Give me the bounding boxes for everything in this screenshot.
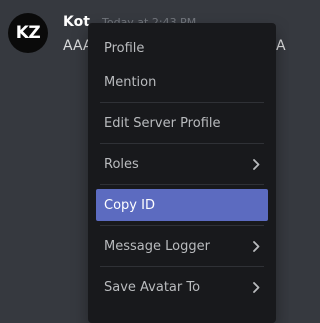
menu-separator: [100, 225, 264, 226]
menu-item-label: Profile: [104, 40, 145, 56]
menu-item-label: Edit Server Profile: [104, 115, 221, 131]
message-username[interactable]: Kot: [63, 14, 90, 30]
menu-item-profile[interactable]: Profile: [96, 32, 268, 64]
app-window: KZ Kot Today at 2:43 PM AAA A Profile Me…: [0, 0, 289, 323]
menu-item-message-logger[interactable]: Message Logger: [96, 230, 268, 262]
message-content-overflow: A: [276, 38, 286, 54]
chevron-right-icon: [252, 158, 260, 170]
menu-item-label: Save Avatar To: [104, 279, 201, 295]
menu-separator: [100, 102, 264, 103]
menu-item-label: Mention: [104, 74, 157, 90]
menu-item-copy-id[interactable]: Copy ID: [96, 189, 268, 221]
menu-separator: [100, 184, 264, 185]
chevron-right-icon: [252, 240, 260, 252]
avatar-initials: KZ: [15, 23, 41, 43]
menu-item-save-avatar-to[interactable]: Save Avatar To: [96, 271, 268, 303]
avatar[interactable]: KZ: [8, 13, 48, 53]
menu-item-mention[interactable]: Mention: [96, 66, 268, 98]
chevron-right-icon: [252, 281, 260, 293]
menu-item-edit-server-profile[interactable]: Edit Server Profile: [96, 107, 268, 139]
context-menu: Profile Mention Edit Server Profile Role…: [88, 23, 276, 323]
menu-separator: [100, 143, 264, 144]
menu-item-roles[interactable]: Roles: [96, 148, 268, 180]
menu-item-label: Roles: [104, 156, 139, 172]
menu-item-label: Message Logger: [104, 238, 210, 254]
menu-separator: [100, 266, 264, 267]
menu-item-label: Copy ID: [104, 197, 155, 213]
